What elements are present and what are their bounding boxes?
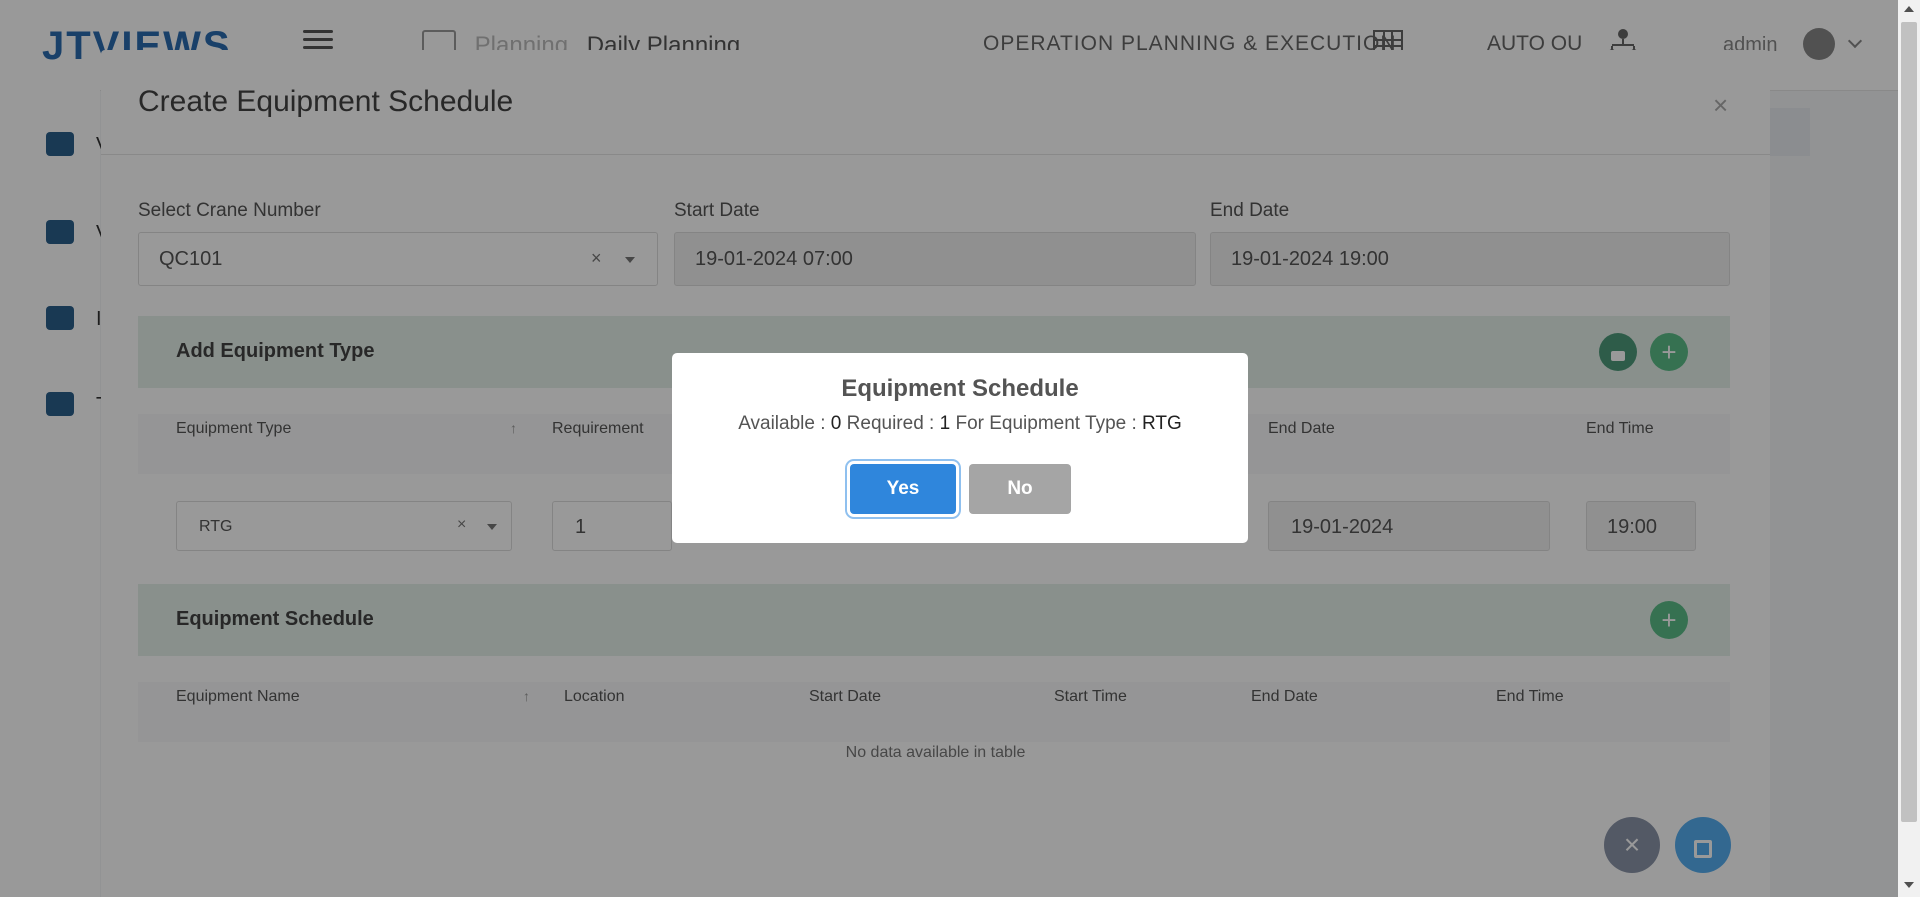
equipment-schedule-confirm-dialog: Equipment Schedule Available : 0 Require…: [672, 353, 1248, 543]
yes-button[interactable]: Yes: [850, 464, 956, 514]
scroll-up-arrow-icon[interactable]: [1904, 6, 1914, 12]
required-label: Required :: [841, 413, 940, 434]
available-count: 0: [830, 413, 842, 434]
available-label: Available :: [738, 413, 831, 434]
required-count: 1: [939, 413, 951, 434]
dialog-title: Equipment Schedule: [841, 375, 1079, 402]
equipment-type-label: For Equipment Type :: [950, 413, 1143, 434]
scroll-down-arrow-icon[interactable]: [1904, 882, 1914, 888]
vertical-scrollbar[interactable]: [1898, 0, 1920, 897]
dialog-message: Available : 0 Required : 1 For Equipment…: [672, 413, 1248, 435]
equipment-type-value: RTG: [1142, 413, 1182, 434]
no-button[interactable]: No: [969, 464, 1071, 514]
scrollbar-thumb[interactable]: [1901, 22, 1917, 822]
